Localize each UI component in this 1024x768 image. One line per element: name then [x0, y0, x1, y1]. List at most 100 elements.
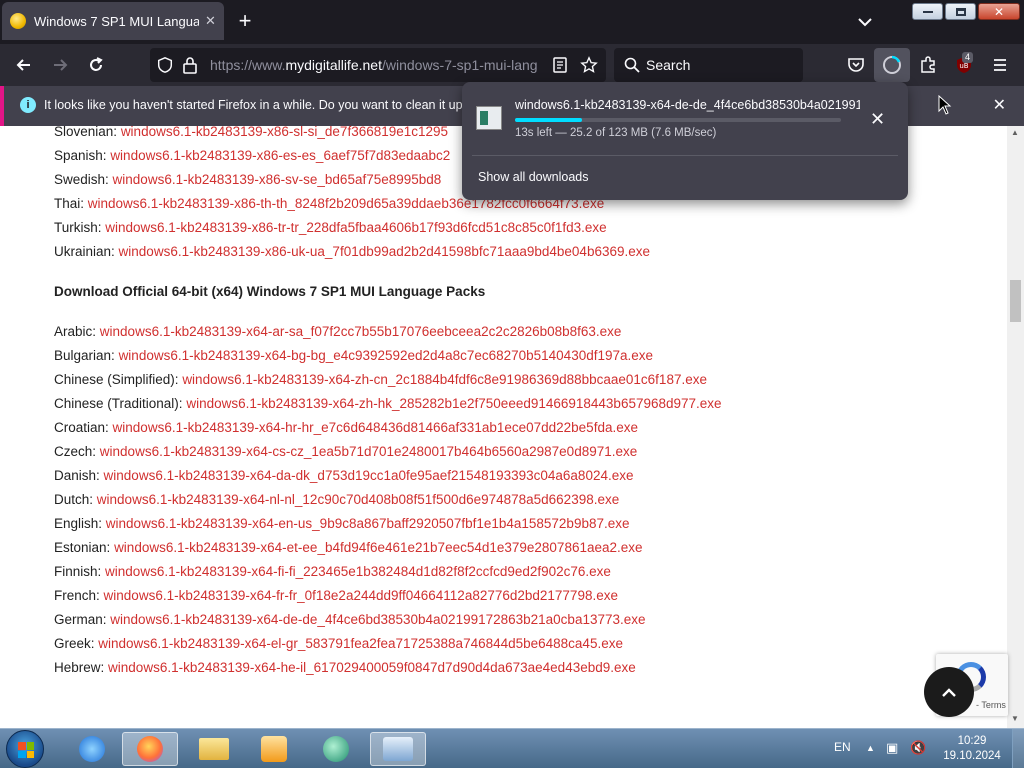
- scroll-to-top-button[interactable]: [924, 667, 974, 717]
- download-link[interactable]: windows6.1-kb2483139-x64-fr-fr_0f18e2a24…: [104, 588, 618, 603]
- new-tab-button[interactable]: +: [234, 10, 256, 33]
- language-pack-row: Arabic: windows6.1-kb2483139-x64-ar-sa_f…: [54, 320, 754, 344]
- taskbar-explorer[interactable]: [186, 732, 242, 766]
- taskbar-internet-explorer[interactable]: [64, 732, 120, 766]
- language-label: Czech:: [54, 444, 97, 459]
- recaptcha-terms-link[interactable]: - Terms: [976, 700, 1006, 710]
- extensions-puzzle-icon[interactable]: [918, 55, 938, 75]
- tab-active[interactable]: Windows 7 SP1 MUI Language ✕: [2, 2, 224, 40]
- vertical-scrollbar[interactable]: ▲ ▼: [1007, 126, 1024, 728]
- download-progress-bar: [515, 118, 841, 122]
- language-indicator[interactable]: EN: [834, 740, 851, 754]
- network-icon[interactable]: ▣: [886, 740, 898, 756]
- download-link[interactable]: windows6.1-kb2483139-x86-sl-si_de7f36681…: [121, 126, 448, 139]
- download-link[interactable]: windows6.1-kb2483139-x86-uk-ua_7f01db99a…: [119, 244, 650, 259]
- forward-arrow-icon[interactable]: [50, 55, 70, 75]
- list-all-tabs-icon[interactable]: [855, 12, 875, 32]
- downloads-button[interactable]: [874, 48, 910, 82]
- x64-section-heading: Download Official 64-bit (x64) Windows 7…: [54, 284, 486, 299]
- reload-icon[interactable]: [86, 55, 106, 75]
- show-all-downloads-button[interactable]: Show all downloads: [478, 170, 589, 184]
- download-link[interactable]: windows6.1-kb2483139-x64-hr-hr_e7c6d6484…: [113, 420, 638, 435]
- scrollbar-thumb[interactable]: [1010, 280, 1021, 322]
- show-hidden-icons-icon[interactable]: ▲: [866, 743, 875, 753]
- scroll-up-icon[interactable]: ▲: [1011, 128, 1019, 137]
- volume-muted-icon[interactable]: 🔇: [910, 740, 926, 756]
- language-label: English:: [54, 516, 103, 531]
- minimize-icon: [922, 10, 933, 13]
- firefox-icon: [137, 736, 163, 762]
- taskbar-app[interactable]: [308, 732, 364, 766]
- download-link[interactable]: windows6.1-kb2483139-x86-es-es_6aef75f7d…: [110, 148, 450, 163]
- extension-badge: 4: [962, 52, 974, 63]
- download-link[interactable]: windows6.1-kb2483139-x64-et-ee_b4fd94f6e…: [114, 540, 642, 555]
- language-label: Thai:: [54, 196, 85, 211]
- download-link[interactable]: windows6.1-kb2483139-x64-ar-sa_f07f2cc7b…: [100, 324, 622, 339]
- language-label: Finnish:: [54, 564, 102, 579]
- system-clock[interactable]: 10:29 19.10.2024: [942, 734, 1002, 764]
- language-pack-row: Chinese (Simplified): windows6.1-kb24831…: [54, 368, 754, 392]
- page-content: Slovenian: windows6.1-kb2483139-x86-sl-s…: [0, 126, 1007, 728]
- download-link[interactable]: windows6.1-kb2483139-x64-el-gr_583791fea…: [98, 636, 623, 651]
- pocket-icon[interactable]: [846, 55, 866, 75]
- download-link[interactable]: windows6.1-kb2483139-x64-en-us_9b9c8a867…: [106, 516, 630, 531]
- back-arrow-icon[interactable]: [14, 55, 34, 75]
- download-link[interactable]: windows6.1-kb2483139-x64-fi-fi_223465e1b…: [105, 564, 611, 579]
- language-pack-row: Chinese (Traditional): windows6.1-kb2483…: [54, 392, 754, 416]
- reader-view-icon[interactable]: [552, 57, 568, 73]
- show-desktop-button[interactable]: [1012, 729, 1024, 768]
- download-link[interactable]: windows6.1-kb2483139-x64-bg-bg_e4c939259…: [119, 348, 653, 363]
- clock-date: 19.10.2024: [943, 750, 1001, 762]
- lightbulb-icon: [10, 13, 26, 29]
- language-label: German:: [54, 612, 107, 627]
- download-filename[interactable]: windows6.1-kb2483139-x64-de-de_4f4ce6bd3…: [515, 98, 860, 112]
- close-window-button[interactable]: ✕: [978, 3, 1020, 20]
- search-bar[interactable]: Search: [614, 48, 803, 82]
- language-label: Dutch:: [54, 492, 94, 507]
- minimize-button[interactable]: [912, 3, 943, 20]
- language-label: Turkish:: [54, 220, 102, 235]
- url-path: /windows-7-sp1-mui-lang: [381, 57, 538, 73]
- download-link[interactable]: windows6.1-kb2483139-x86-tr-tr_228dfa5fb…: [105, 220, 606, 235]
- language-pack-row: Bulgarian: windows6.1-kb2483139-x64-bg-b…: [54, 344, 754, 368]
- download-link[interactable]: windows6.1-kb2483139-x64-zh-cn_2c1884b4f…: [182, 372, 707, 387]
- restore-button[interactable]: [945, 3, 976, 20]
- language-label: Swedish:: [54, 172, 109, 187]
- close-notification-icon[interactable]: ✕: [993, 95, 1006, 115]
- download-link[interactable]: windows6.1-kb2483139-x64-cs-cz_1ea5b71d7…: [100, 444, 637, 459]
- notification-message: It looks like you haven't started Firefo…: [44, 98, 464, 112]
- download-link[interactable]: windows6.1-kb2483139-x64-de-de_4f4ce6bd3…: [110, 612, 645, 627]
- chevron-up-icon: [942, 688, 956, 697]
- start-button[interactable]: [6, 730, 44, 768]
- cancel-download-icon[interactable]: ✕: [870, 109, 885, 130]
- taskbar-firefox[interactable]: [122, 732, 178, 766]
- downloads-panel: windows6.1-kb2483139-x64-de-de_4f4ce6bd3…: [462, 82, 908, 200]
- tab-strip: Windows 7 SP1 MUI Language ✕ + ✕: [0, 0, 1024, 44]
- taskbar-control-panel[interactable]: [370, 732, 426, 766]
- bookmark-star-icon[interactable]: [580, 56, 598, 74]
- lock-icon[interactable]: [182, 56, 198, 74]
- shield-icon[interactable]: [156, 56, 174, 74]
- download-status: 13s left — 25.2 of 123 MB (7.6 MB/sec): [515, 127, 717, 139]
- download-link[interactable]: windows6.1-kb2483139-x64-da-dk_d753d19cc…: [104, 468, 634, 483]
- download-link[interactable]: windows6.1-kb2483139-x64-he-il_617029400…: [108, 660, 636, 675]
- address-bar[interactable]: https://www.mydigitallife.net/windows-7-…: [150, 48, 606, 82]
- language-pack-row: French: windows6.1-kb2483139-x64-fr-fr_0…: [54, 584, 754, 608]
- language-pack-row: Croatian: windows6.1-kb2483139-x64-hr-hr…: [54, 416, 754, 440]
- internet-explorer-icon: [79, 736, 105, 762]
- url-text[interactable]: https://www.mydigitallife.net/windows-7-…: [210, 57, 546, 73]
- media-player-icon: [261, 736, 287, 762]
- tab-title: Windows 7 SP1 MUI Language: [34, 13, 199, 29]
- app-globe-icon: [323, 736, 349, 762]
- language-label: Croatian:: [54, 420, 109, 435]
- download-link[interactable]: windows6.1-kb2483139-x86-sv-se_bd65af75e…: [113, 172, 442, 187]
- taskbar-media-player[interactable]: [246, 732, 302, 766]
- download-link[interactable]: windows6.1-kb2483139-x64-nl-nl_12c90c70d…: [97, 492, 619, 507]
- menu-hamburger-icon[interactable]: [990, 55, 1010, 75]
- clock-time: 10:29: [957, 735, 987, 747]
- close-tab-icon[interactable]: ✕: [205, 13, 216, 29]
- language-pack-row: German: windows6.1-kb2483139-x64-de-de_4…: [54, 608, 754, 632]
- download-link[interactable]: windows6.1-kb2483139-x64-zh-hk_285282b1e…: [186, 396, 721, 411]
- language-pack-row: Czech: windows6.1-kb2483139-x64-cs-cz_1e…: [54, 440, 754, 464]
- scroll-down-icon[interactable]: ▼: [1011, 714, 1019, 723]
